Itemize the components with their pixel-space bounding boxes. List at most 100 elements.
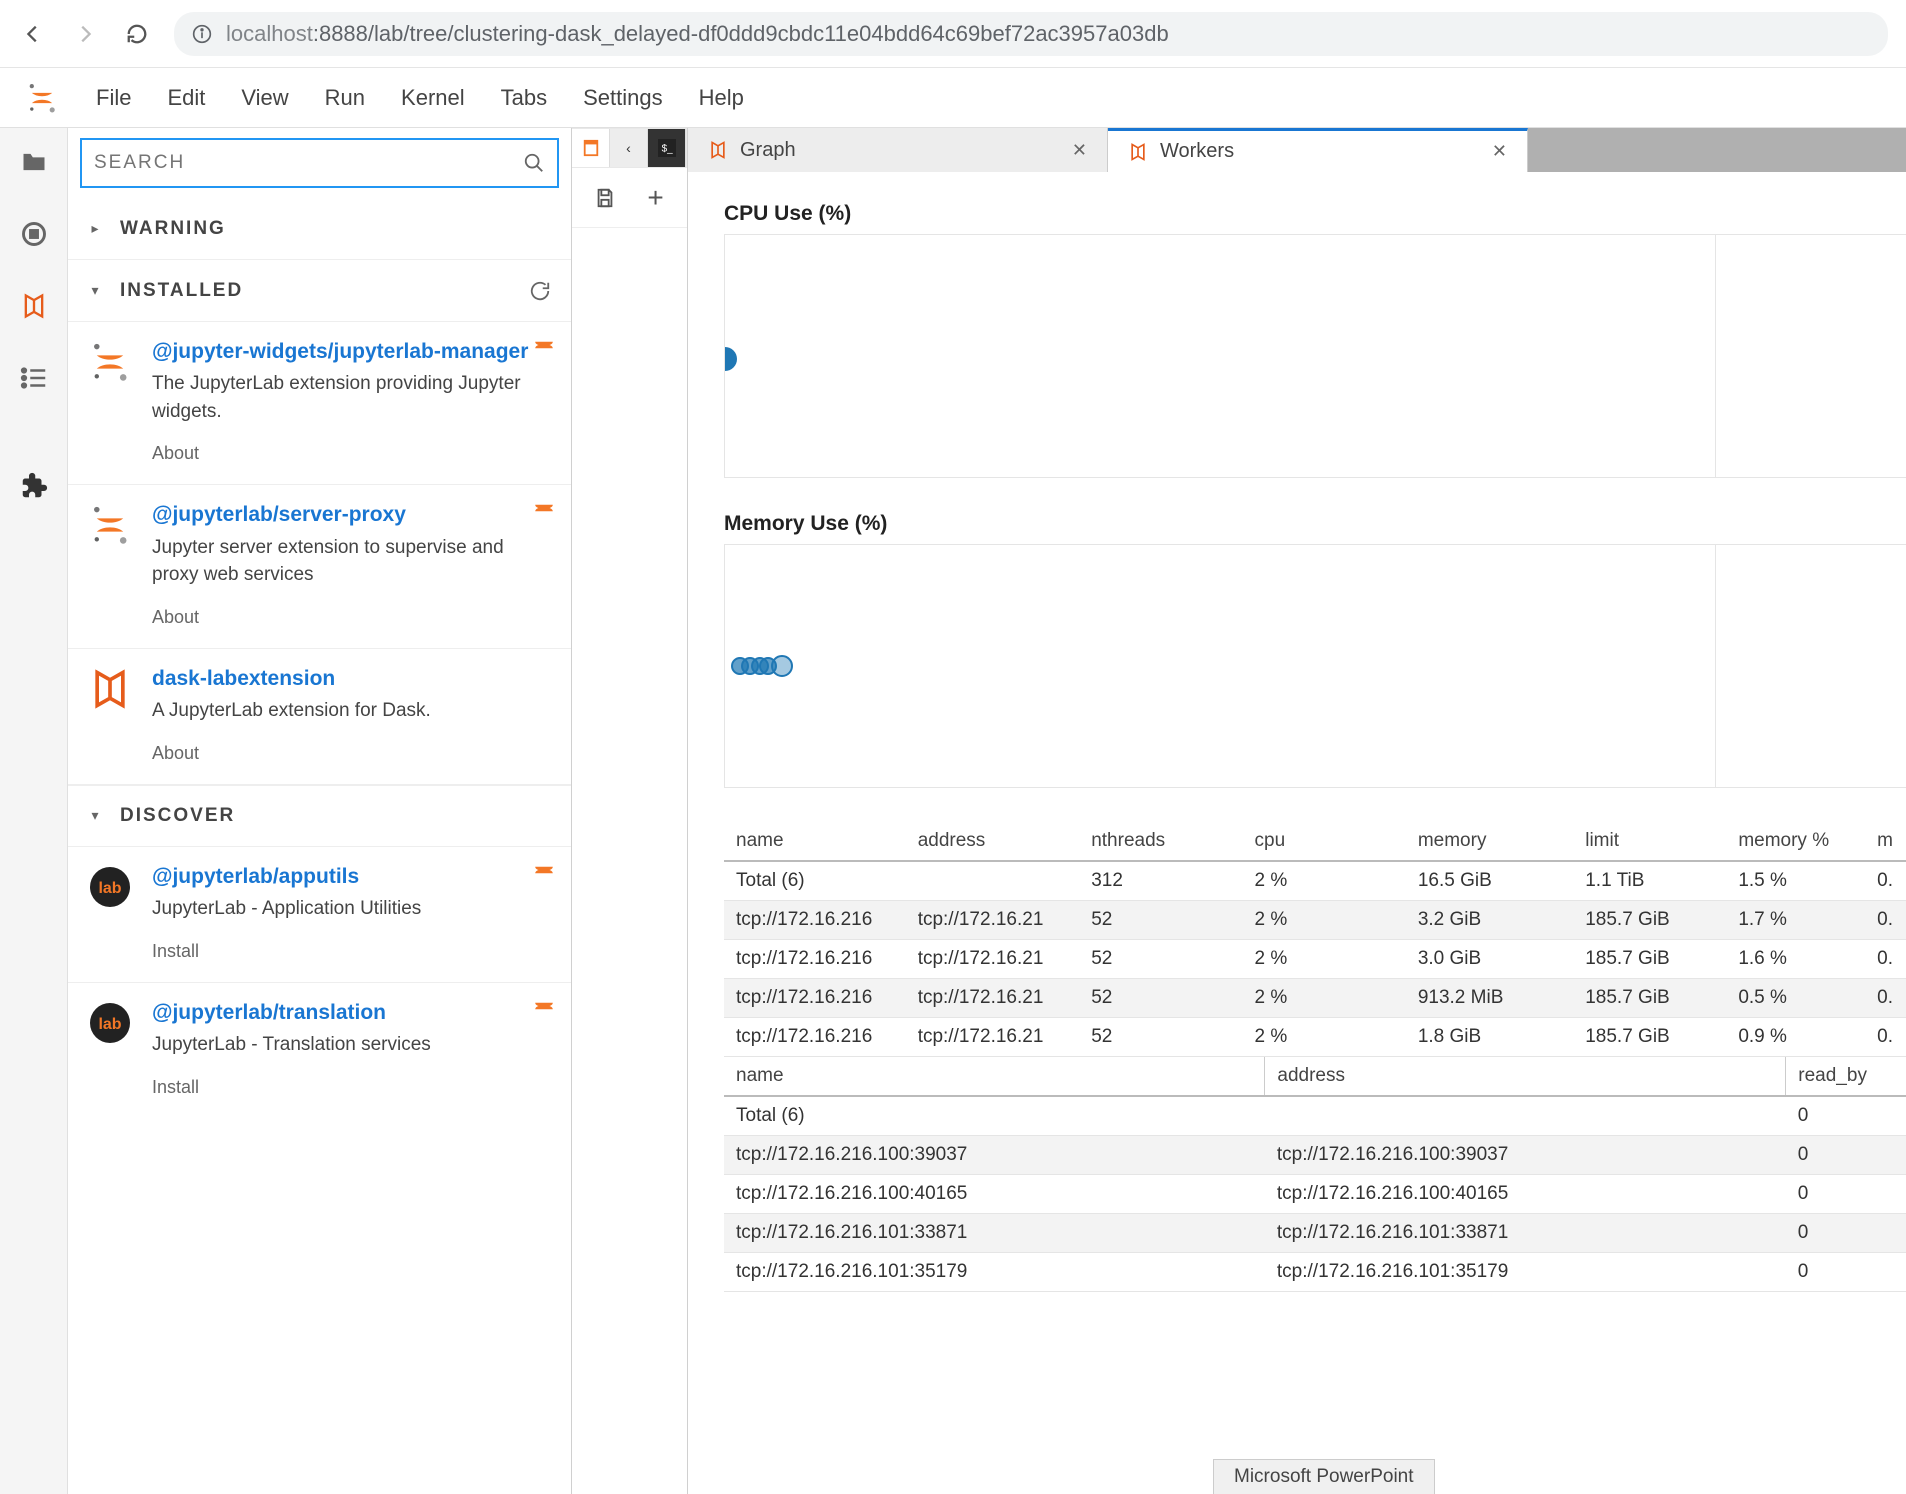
col-memory[interactable]: memory xyxy=(1406,822,1573,861)
dask-tab-icon[interactable] xyxy=(16,288,52,324)
terminal-tab-icon[interactable]: $_ xyxy=(648,129,686,167)
cpu-use-chart[interactable] xyxy=(724,234,1906,478)
jupyter-logo-icon[interactable] xyxy=(24,80,60,116)
section-discover-label: DISCOVER xyxy=(120,805,551,827)
ext-install-link[interactable]: Install xyxy=(152,1077,553,1098)
url-text: localhost:8888/lab/tree/clustering-dask_… xyxy=(226,21,1169,47)
dask-icon xyxy=(1128,142,1148,162)
menu-view[interactable]: View xyxy=(241,85,288,111)
menu-run[interactable]: Run xyxy=(325,85,365,111)
extension-manager-panel: ▸ WARNING ▾ INSTALLED @jupyter-widgets/j… xyxy=(68,128,572,1494)
table-row[interactable]: tcp://172.16.216.100:39037tcp://172.16.2… xyxy=(724,1136,1906,1175)
table-row[interactable]: tcp://172.16.216.101:33871tcp://172.16.2… xyxy=(724,1214,1906,1253)
section-installed-label: INSTALLED xyxy=(120,280,511,302)
workers-panel: CPU Use (%) Memory Use (%) name xyxy=(688,172,1906,1494)
launcher-tab-row: ‹ $_ xyxy=(572,128,687,168)
lab-icon: lab xyxy=(86,999,134,1047)
col-limit[interactable]: limit xyxy=(1573,822,1726,861)
dask-icon xyxy=(708,140,728,160)
refresh-icon[interactable] xyxy=(529,280,551,302)
ext-description: A JupyterLab extension for Dask. xyxy=(152,697,553,725)
ext-name-link[interactable]: dask-labextension xyxy=(152,665,553,693)
section-discover[interactable]: ▾ DISCOVER xyxy=(68,785,571,847)
forward-button[interactable] xyxy=(70,19,100,49)
save-icon[interactable] xyxy=(594,185,616,211)
menu-tabs[interactable]: Tabs xyxy=(501,85,547,111)
menu-bar: File Edit View Run Kernel Tabs Settings … xyxy=(0,68,1906,128)
jupyter-update-icon xyxy=(533,861,555,879)
col-memory-pct[interactable]: memory % xyxy=(1726,822,1865,861)
extension-list: @jupyter-widgets/jupyterlab-manager The … xyxy=(68,322,571,1494)
dask-icon xyxy=(86,665,134,713)
tab-bar: Graph ✕ Workers ✕ xyxy=(688,128,1906,172)
col-name[interactable]: name xyxy=(724,822,906,861)
col-m[interactable]: m xyxy=(1865,822,1906,861)
memory-use-chart[interactable] xyxy=(724,544,1906,788)
ext-description: JupyterLab - Application Utilities xyxy=(152,895,553,923)
ext-about-link[interactable]: About xyxy=(152,443,553,464)
menu-help[interactable]: Help xyxy=(699,85,744,111)
menu-settings[interactable]: Settings xyxy=(583,85,663,111)
browser-toolbar: localhost:8888/lab/tree/clustering-dask_… xyxy=(0,0,1906,68)
reload-button[interactable] xyxy=(122,19,152,49)
table-row[interactable]: tcp://172.16.216.100:40165tcp://172.16.2… xyxy=(724,1175,1906,1214)
search-icon[interactable] xyxy=(523,152,545,174)
col-address[interactable]: address xyxy=(906,822,1080,861)
section-installed[interactable]: ▾ INSTALLED xyxy=(68,260,571,322)
ext-name-link[interactable]: @jupyterlab/server-proxy xyxy=(152,501,553,529)
toc-tab-icon[interactable] xyxy=(16,360,52,396)
col-cpu[interactable]: cpu xyxy=(1243,822,1406,861)
launcher-tab-placeholder[interactable]: ‹ xyxy=(610,129,648,167)
menu-edit[interactable]: Edit xyxy=(167,85,205,111)
caret-down-icon: ▾ xyxy=(88,807,102,824)
workers-table[interactable]: name address nthreads cpu memory limit m… xyxy=(724,822,1906,1057)
ext-about-link[interactable]: About xyxy=(152,607,553,628)
table-row[interactable]: tcp://172.16.216tcp://172.16.21522 %913.… xyxy=(724,979,1906,1018)
address-bar[interactable]: localhost:8888/lab/tree/clustering-dask_… xyxy=(174,12,1888,56)
ext-card: @jupyter-widgets/jupyterlab-manager The … xyxy=(68,322,571,485)
ext-description: JupyterLab - Translation services xyxy=(152,1031,553,1059)
ext-name-link[interactable]: @jupyterlab/apputils xyxy=(152,863,553,891)
ext-name-link[interactable]: @jupyter-widgets/jupyterlab-manager xyxy=(152,338,553,366)
streams-table[interactable]: name address read_by Total (6)0tcp://172… xyxy=(724,1057,1906,1292)
tab-graph[interactable]: Graph ✕ xyxy=(688,128,1108,172)
jupyter-icon xyxy=(86,501,134,549)
taskbar-tooltip: Microsoft PowerPoint xyxy=(1213,1459,1435,1494)
ext-name-link[interactable]: @jupyterlab/translation xyxy=(152,999,553,1027)
col-nthreads[interactable]: nthreads xyxy=(1079,822,1242,861)
extension-manager-tab-icon[interactable] xyxy=(16,468,52,504)
section-warning-label: WARNING xyxy=(120,218,551,240)
filebrowser-tab-icon[interactable] xyxy=(16,144,52,180)
tab-workers-label: Workers xyxy=(1160,140,1480,163)
notebook-tab-icon[interactable] xyxy=(572,129,610,167)
menu-file[interactable]: File xyxy=(96,85,131,111)
ext-about-link[interactable]: About xyxy=(152,743,553,764)
table-row[interactable]: Total (6)0 xyxy=(724,1096,1906,1136)
ext-install-link[interactable]: Install xyxy=(152,941,553,962)
table-row[interactable]: tcp://172.16.216tcp://172.16.21522 %3.2 … xyxy=(724,901,1906,940)
table-row[interactable]: Total (6)3122 %16.5 GiB1.1 TiB1.5 %0. xyxy=(724,861,1906,901)
table-row[interactable]: tcp://172.16.216tcp://172.16.21522 %1.8 … xyxy=(724,1018,1906,1057)
menu-kernel[interactable]: Kernel xyxy=(401,85,465,111)
jupyter-icon xyxy=(86,338,134,386)
search-box[interactable] xyxy=(80,138,559,188)
col-address[interactable]: address xyxy=(1265,1057,1786,1096)
svg-text:lab: lab xyxy=(98,880,121,897)
col-readby[interactable]: read_by xyxy=(1786,1057,1906,1096)
close-icon[interactable]: ✕ xyxy=(1492,141,1507,162)
running-tab-icon[interactable] xyxy=(16,216,52,252)
add-cell-icon[interactable]: + xyxy=(646,185,665,211)
close-icon[interactable]: ✕ xyxy=(1072,140,1087,161)
tab-workers[interactable]: Workers ✕ xyxy=(1108,128,1528,172)
search-input[interactable] xyxy=(94,152,523,174)
site-info-icon[interactable] xyxy=(192,24,212,44)
back-button[interactable] xyxy=(18,19,48,49)
table-row[interactable]: tcp://172.16.216tcp://172.16.21522 %3.0 … xyxy=(724,940,1906,979)
section-warning[interactable]: ▸ WARNING xyxy=(68,198,571,260)
launcher-toolbar: + xyxy=(572,168,687,228)
table-row[interactable]: tcp://172.16.216.101:35179tcp://172.16.2… xyxy=(724,1253,1906,1292)
activity-bar xyxy=(0,128,68,1494)
col-name[interactable]: name xyxy=(724,1057,1265,1096)
launcher-strip: ‹ $_ + xyxy=(572,128,688,1494)
jupyter-update-icon xyxy=(533,336,555,354)
